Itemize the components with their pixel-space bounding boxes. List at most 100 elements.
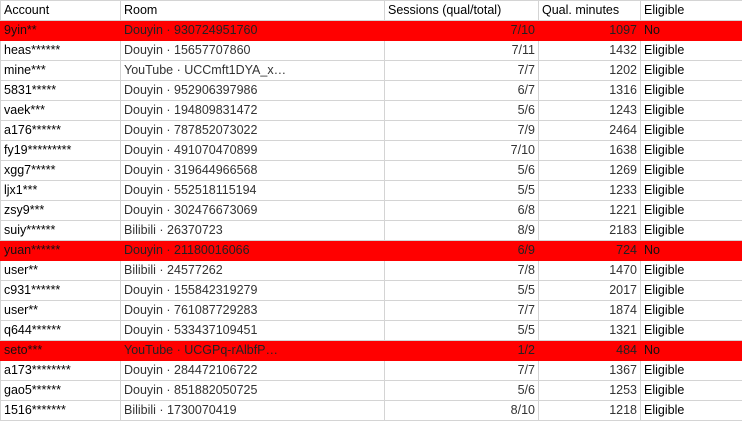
cell-qual-minutes[interactable]: 484 [538, 340, 641, 361]
table-row[interactable]: q644****** Douyin · 533437109451 5/5 1321 El… [0, 320, 742, 341]
cell-eligible[interactable]: Eligible [640, 160, 742, 181]
cell-eligible[interactable]: Eligible [640, 120, 742, 141]
cell-qual-minutes[interactable]: 2464 [538, 120, 641, 141]
cell-account[interactable]: a173******** [0, 360, 121, 381]
cell-qual-minutes[interactable]: 1221 [538, 200, 641, 221]
cell-room[interactable]: Douyin · 952906397986 [120, 80, 385, 101]
cell-sessions[interactable]: 5/5 [384, 320, 539, 341]
cell-qual-minutes[interactable]: 1218 [538, 400, 641, 421]
cell-room[interactable]: Bilibili · 26370723 [120, 220, 385, 241]
cell-qual-minutes[interactable]: 1432 [538, 40, 641, 61]
cell-sessions[interactable]: 7/11 [384, 40, 539, 61]
cell-room[interactable]: Bilibili · 24577262 [120, 260, 385, 281]
table-row[interactable]: zsy9*** Douyin · 302476673069 6/8 1221 Eligi… [0, 200, 742, 221]
cell-room[interactable]: Douyin · 851882050725 [120, 380, 385, 401]
cell-qual-minutes[interactable]: 1233 [538, 180, 641, 201]
cell-room[interactable]: Douyin · 284472106722 [120, 360, 385, 381]
table-row[interactable]: vaek*** Douyin · 194809831472 5/6 1243 Eligi… [0, 100, 742, 121]
cell-qual-minutes[interactable]: 1243 [538, 100, 641, 121]
cell-room[interactable]: Douyin · 491070470899 [120, 140, 385, 161]
cell-account[interactable]: 9yin** [0, 20, 121, 41]
cell-account[interactable]: zsy9*** [0, 200, 121, 221]
cell-account[interactable]: user** [0, 300, 121, 321]
cell-room[interactable]: YouTube · UCCmft1DYA_x… [120, 60, 385, 81]
cell-eligible[interactable]: Eligible [640, 140, 742, 161]
cell-room[interactable]: Douyin · 155842319279 [120, 280, 385, 301]
header-account[interactable]: Account [0, 0, 121, 21]
table-row[interactable]: fy19********* Douyin · 491070470899 7/10 16… [0, 140, 742, 161]
cell-qual-minutes[interactable]: 1367 [538, 360, 641, 381]
cell-account[interactable]: ljx1*** [0, 180, 121, 201]
cell-eligible[interactable]: Eligible [640, 200, 742, 221]
cell-account[interactable]: q644****** [0, 320, 121, 341]
table-row[interactable]: c931****** Douyin · 155842319279 5/5 2017 El… [0, 280, 742, 301]
cell-sessions[interactable]: 7/7 [384, 60, 539, 81]
cell-qual-minutes[interactable]: 1316 [538, 80, 641, 101]
cell-qual-minutes[interactable]: 1321 [538, 320, 641, 341]
cell-account[interactable]: suiy****** [0, 220, 121, 241]
table-row[interactable]: suiy****** Bilibili · 26370723 8/9 2183 Elig… [0, 220, 742, 241]
table-row[interactable]: ljx1*** Douyin · 552518115194 5/5 1233 Eligi… [0, 180, 742, 201]
table-row[interactable]: user** Bilibili · 24577262 7/8 1470 Eligible [0, 260, 742, 281]
cell-eligible[interactable]: Eligible [640, 180, 742, 201]
cell-account[interactable]: c931****** [0, 280, 121, 301]
table-row[interactable]: user** Douyin · 761087729283 7/7 1874 Eligib… [0, 300, 742, 321]
table-row[interactable]: a173******** Douyin · 284472106722 7/7 1367… [0, 360, 742, 381]
cell-account[interactable]: mine*** [0, 60, 121, 81]
cell-account[interactable]: vaek*** [0, 100, 121, 121]
cell-sessions[interactable]: 8/9 [384, 220, 539, 241]
cell-qual-minutes[interactable]: 724 [538, 240, 641, 261]
table-row[interactable]: mine*** YouTube · UCCmft1DYA_x… 7/7 1202 Eli… [0, 60, 742, 81]
table-row-ineligible[interactable]: 9yin** Douyin · 930724951760 7/10 1097 No [0, 20, 742, 41]
cell-sessions[interactable]: 7/10 [384, 20, 539, 41]
cell-sessions[interactable]: 7/7 [384, 360, 539, 381]
cell-qual-minutes[interactable]: 1638 [538, 140, 641, 161]
cell-room[interactable]: Bilibili · 1730070419 [120, 400, 385, 421]
cell-account[interactable]: gao5****** [0, 380, 121, 401]
cell-sessions[interactable]: 5/5 [384, 180, 539, 201]
table-row[interactable]: a176****** Douyin · 787852073022 7/9 2464 El… [0, 120, 742, 141]
cell-eligible[interactable]: Eligible [640, 280, 742, 301]
cell-account[interactable]: yuan****** [0, 240, 121, 261]
cell-eligible[interactable]: No [640, 20, 742, 41]
cell-sessions[interactable]: 6/8 [384, 200, 539, 221]
cell-qual-minutes[interactable]: 1269 [538, 160, 641, 181]
table-row[interactable]: gao5****** Douyin · 851882050725 5/6 1253 El… [0, 380, 742, 401]
cell-room[interactable]: Douyin · 302476673069 [120, 200, 385, 221]
cell-eligible[interactable]: Eligible [640, 320, 742, 341]
cell-eligible[interactable]: Eligible [640, 60, 742, 81]
cell-eligible[interactable]: Eligible [640, 100, 742, 121]
cell-sessions[interactable]: 1/2 [384, 340, 539, 361]
header-qual-minutes[interactable]: Qual. minutes [538, 0, 641, 21]
cell-eligible[interactable]: Eligible [640, 400, 742, 421]
table-row[interactable]: xgg7***** Douyin · 319644966568 5/6 1269 Eli… [0, 160, 742, 181]
table-row[interactable]: heas****** Douyin · 15657707860 7/11 1432 El… [0, 40, 742, 61]
cell-qual-minutes[interactable]: 1202 [538, 60, 641, 81]
table-row[interactable]: 1516******* Bilibili · 1730070419 8/10 1218… [0, 400, 742, 421]
cell-room[interactable]: Douyin · 930724951760 [120, 20, 385, 41]
table-row[interactable]: 5831***** Douyin · 952906397986 6/7 1316 Eli… [0, 80, 742, 101]
table-row-ineligible[interactable]: yuan****** Douyin · 21180016066 6/9 724 No [0, 240, 742, 261]
cell-account[interactable]: 5831***** [0, 80, 121, 101]
cell-room[interactable]: Douyin · 21180016066 [120, 240, 385, 261]
cell-room[interactable]: Douyin · 15657707860 [120, 40, 385, 61]
cell-eligible[interactable]: Eligible [640, 360, 742, 381]
cell-sessions[interactable]: 7/7 [384, 300, 539, 321]
cell-sessions[interactable]: 5/5 [384, 280, 539, 301]
cell-eligible[interactable]: Eligible [640, 300, 742, 321]
cell-sessions[interactable]: 5/6 [384, 160, 539, 181]
cell-sessions[interactable]: 5/6 [384, 380, 539, 401]
cell-sessions[interactable]: 7/8 [384, 260, 539, 281]
cell-room[interactable]: Douyin · 761087729283 [120, 300, 385, 321]
cell-room[interactable]: Douyin · 319644966568 [120, 160, 385, 181]
cell-sessions[interactable]: 6/9 [384, 240, 539, 261]
cell-eligible[interactable]: Eligible [640, 40, 742, 61]
cell-sessions[interactable]: 7/9 [384, 120, 539, 141]
cell-eligible[interactable]: No [640, 240, 742, 261]
cell-room[interactable]: Douyin · 533437109451 [120, 320, 385, 341]
cell-qual-minutes[interactable]: 1097 [538, 20, 641, 41]
header-room[interactable]: Room [120, 0, 385, 21]
cell-room[interactable]: Douyin · 787852073022 [120, 120, 385, 141]
cell-qual-minutes[interactable]: 1253 [538, 380, 641, 401]
cell-sessions[interactable]: 8/10 [384, 400, 539, 421]
